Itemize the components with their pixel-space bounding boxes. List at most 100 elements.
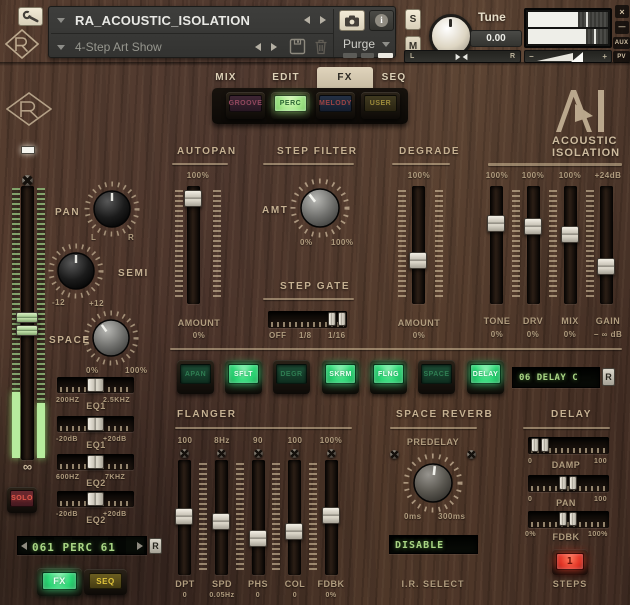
eq2-freq-slider[interactable] [57, 454, 134, 470]
preset-title[interactable]: 4-Step Art Show [75, 40, 162, 54]
purge-dropdown-icon[interactable] [382, 42, 390, 47]
seq-page-button[interactable]: SEQ [84, 569, 127, 595]
eq1-gain-slider[interactable] [57, 416, 134, 432]
flanger-phs-handle[interactable] [249, 530, 267, 547]
mix-slider-track[interactable] [564, 186, 577, 304]
step-gate-handle[interactable] [328, 312, 346, 326]
flanger-col-handle[interactable] [285, 523, 303, 540]
preset-next-arrow-icon[interactable] [137, 542, 143, 550]
instrument-dropdown-icon[interactable] [57, 18, 65, 23]
flanger-col-track[interactable] [288, 460, 301, 575]
preset-prev-arrow-icon[interactable] [21, 542, 27, 550]
tone-slider-handle[interactable] [487, 215, 505, 232]
gain-slider-handle[interactable] [597, 258, 615, 275]
trash-icon[interactable] [313, 38, 329, 55]
delay-pan-label: PAN [548, 498, 584, 508]
degrade-slider-track[interactable] [412, 186, 425, 304]
flanger-dpt-handle[interactable] [175, 508, 193, 525]
flanger-screw-1 [217, 449, 226, 458]
fx-button-sflt[interactable]: SFLT [225, 360, 262, 394]
fx-chain-reset-button[interactable]: R [602, 368, 615, 386]
mix-slider-handle[interactable] [561, 226, 579, 243]
preset-prev-icon[interactable] [255, 43, 261, 51]
instrument-next-icon[interactable] [320, 16, 326, 24]
tune-value[interactable]: 0.00 [470, 30, 522, 47]
aux-button[interactable]: aux [613, 37, 630, 49]
autopan-amount-label: AMOUNT [176, 318, 222, 328]
delay-fdbk-handle[interactable] [559, 512, 577, 526]
predelay-knob[interactable] [403, 453, 463, 513]
preset-reset-button[interactable]: R [149, 538, 162, 554]
group-button-perc[interactable]: PERC [271, 92, 310, 119]
autopan-slider-handle[interactable] [184, 190, 202, 207]
window-close-button[interactable]: × [615, 5, 629, 18]
flanger-value-2: 0 [242, 592, 274, 599]
preset-selector[interactable]: 061 PERC 61 [17, 536, 147, 555]
step-gate-slider[interactable] [268, 311, 347, 328]
window-minimize-button[interactable]: — [615, 21, 629, 34]
fx-button-delay[interactable]: DELAY [467, 360, 504, 394]
pan-knob[interactable] [84, 181, 140, 237]
preset-value[interactable]: 061 PERC 61 [32, 541, 116, 554]
volume-handle[interactable] [571, 52, 583, 62]
delay-damp-slider[interactable] [528, 437, 609, 454]
tab-edit[interactable]: EDIT [261, 72, 311, 83]
semi-knob[interactable] [48, 243, 104, 299]
degrade-ticks-right [435, 190, 443, 300]
snapshot-camera-button[interactable] [339, 10, 365, 31]
eq1-freq-handle[interactable] [87, 378, 104, 392]
fx-button-space[interactable]: SPACE [418, 360, 455, 394]
amt-knob[interactable] [290, 178, 350, 238]
fx-chain-value[interactable]: 06 DELAY C [519, 373, 578, 383]
preset-next-icon[interactable] [271, 43, 277, 51]
instrument-title[interactable]: RA_ACOUSTIC_ISOLATION [75, 13, 250, 28]
eq2-gain-handle[interactable] [87, 492, 104, 506]
flanger-label-3: COL [279, 579, 311, 589]
fx-button-skrm[interactable]: SKRM [322, 360, 359, 394]
degrade-slider-handle[interactable] [409, 252, 427, 269]
group-button-groove[interactable]: GROOVE [226, 92, 265, 119]
tab-mix[interactable]: MIX [201, 72, 251, 83]
volume-fader-handle[interactable] [16, 312, 40, 337]
ir-select-value[interactable]: DISABLE [395, 540, 444, 551]
instrument-prev-icon[interactable] [304, 16, 310, 24]
tab-seq[interactable]: SEQ [369, 72, 419, 83]
drive-top-3: +24dB [588, 171, 628, 180]
eq1-freq-slider[interactable] [57, 377, 134, 393]
save-icon[interactable] [289, 38, 306, 55]
ir-select-display[interactable]: DISABLE [389, 535, 478, 554]
delay-damp-handle[interactable] [531, 438, 549, 452]
fx-button-flng[interactable]: FLNG [370, 360, 407, 394]
fx-button-degr[interactable]: DEGR [273, 360, 310, 394]
eq2-gain-slider[interactable] [57, 491, 134, 507]
drv-slider-track[interactable] [527, 186, 540, 304]
pan-center-marker[interactable] [455, 53, 468, 61]
fx-button-apan[interactable]: APAN [177, 360, 214, 394]
fx-chain-display[interactable]: 06 DELAY C [512, 367, 600, 388]
purge-label[interactable]: Purge [343, 37, 375, 51]
flanger-fdbk-handle[interactable] [322, 507, 340, 524]
fx-page-button[interactable]: FX [37, 568, 82, 596]
tab-fx[interactable]: FX [317, 67, 373, 89]
preset-dropdown-icon[interactable] [57, 45, 65, 50]
delay-pan-slider[interactable] [528, 475, 609, 492]
space-knob[interactable] [83, 310, 139, 366]
flanger-spd-handle[interactable] [212, 513, 230, 530]
delay-steps-button[interactable]: 1 [552, 549, 588, 575]
autopan-title: AUTOPAN [177, 146, 237, 157]
group-button-melody[interactable]: MELODY [316, 92, 355, 119]
drv-slider-handle[interactable] [524, 218, 542, 235]
eq2-freq-handle[interactable] [87, 455, 104, 469]
wrench-button[interactable] [18, 7, 43, 26]
delay-pan-handle[interactable] [559, 476, 577, 490]
solo-s-button[interactable]: S [405, 9, 421, 30]
tone-slider-track[interactable] [490, 186, 503, 304]
gain-slider-track[interactable] [600, 186, 613, 304]
info-button[interactable]: i [369, 10, 394, 31]
eq1-gain-handle[interactable] [87, 417, 104, 431]
solo-button[interactable]: SOLO [7, 487, 37, 513]
delay-fdbk-slider[interactable] [528, 511, 609, 528]
flanger-phs-track[interactable] [252, 460, 265, 575]
group-button-user[interactable]: USER [361, 92, 400, 119]
pan-right-label: R [510, 53, 515, 60]
